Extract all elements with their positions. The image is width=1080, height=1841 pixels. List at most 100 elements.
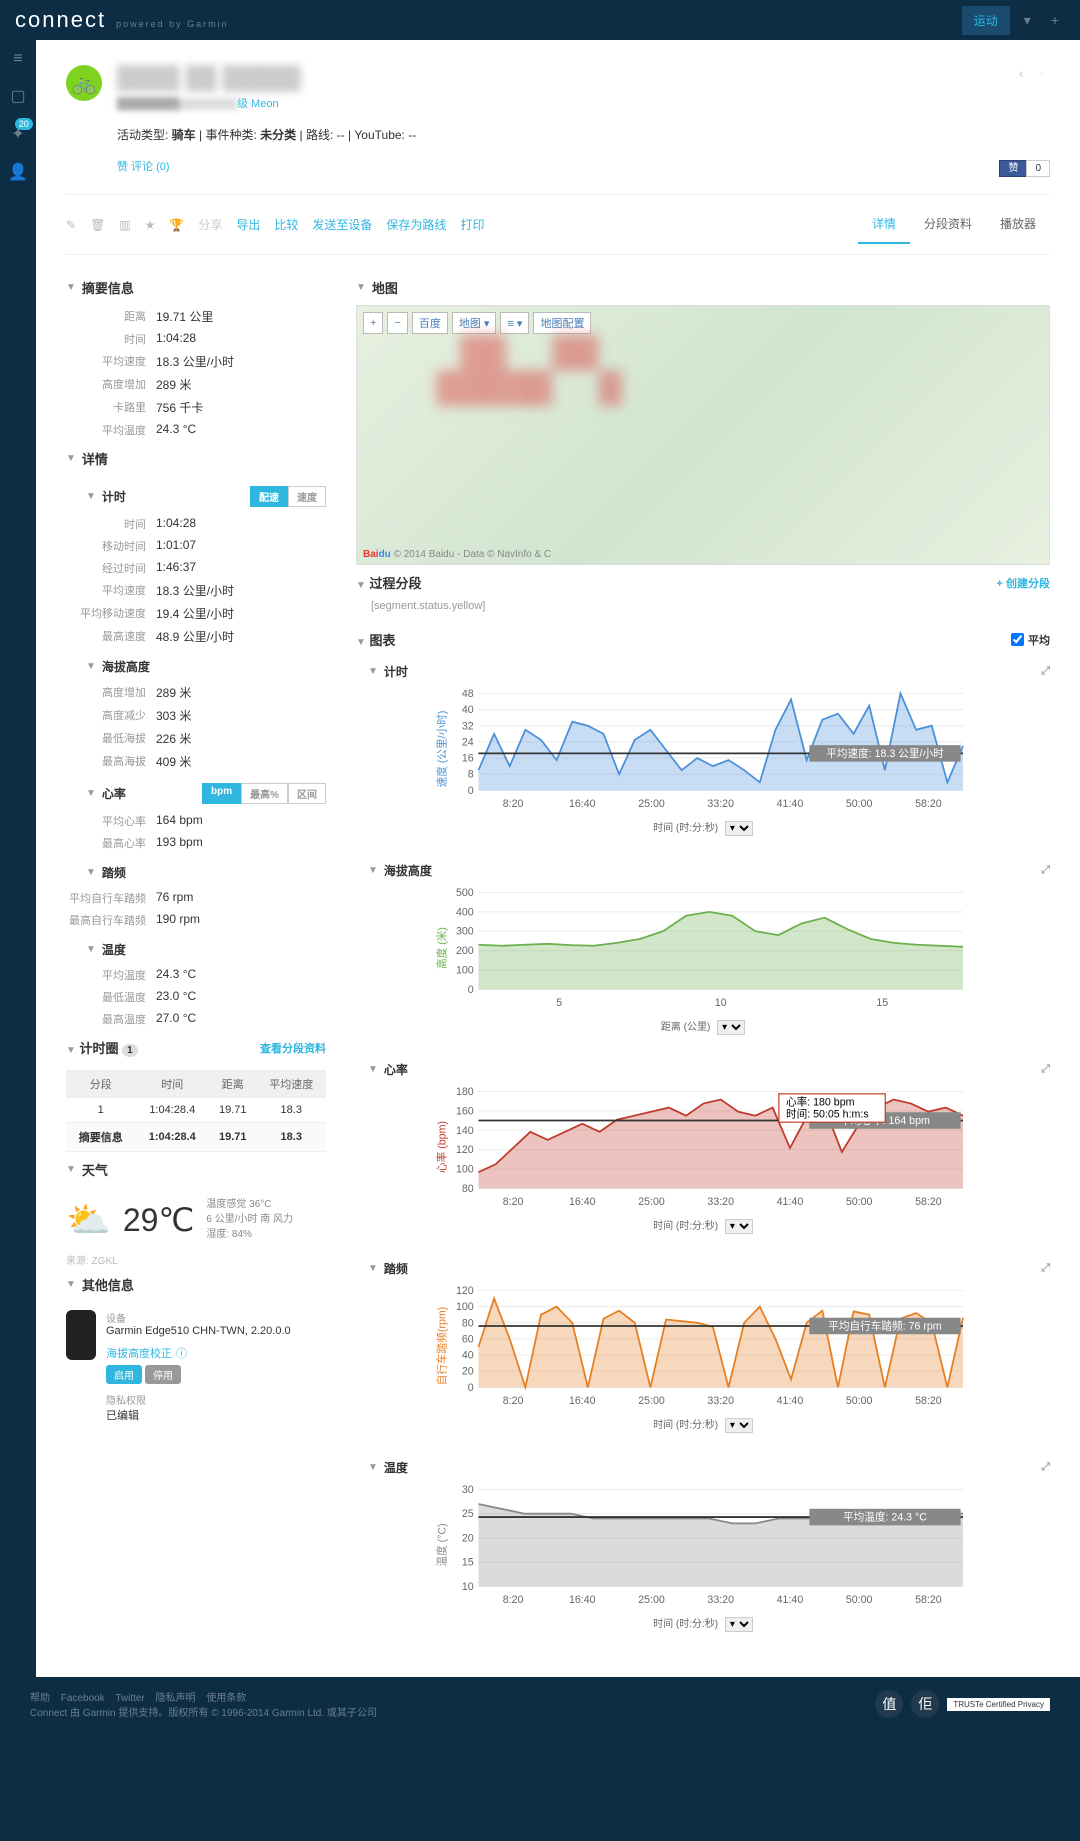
disable-button[interactable]: 停用 — [145, 1365, 181, 1384]
stat-value: 24.3 °C — [156, 967, 196, 983]
chart-svg[interactable]: 081624324048 平均速度: 18.3 公里/小时 8:2016:402… — [356, 684, 1050, 814]
stat-value: 1:46:37 — [156, 560, 196, 576]
chart-title[interactable]: ▼海拔高度⤢ — [356, 856, 1050, 883]
speed-pill[interactable]: 速度 — [288, 486, 326, 507]
delete-icon[interactable]: 🗑 — [90, 218, 105, 232]
segments-header[interactable]: ▼ 过程分段 + 创建分段 — [356, 565, 1050, 600]
expand-icon[interactable]: ⤢ — [1041, 864, 1050, 877]
create-segment-link[interactable]: + 创建分段 — [997, 575, 1050, 591]
info-icon[interactable]: ⓘ — [176, 1348, 187, 1360]
expand-icon[interactable]: ⤢ — [1041, 1262, 1050, 1275]
map-layers-button[interactable]: ≡ ▾ — [500, 312, 529, 334]
chart-title[interactable]: ▼心率⤢ — [356, 1055, 1050, 1082]
expand-icon[interactable]: ⤢ — [1041, 1461, 1050, 1474]
tab-segments[interactable]: 分段资料 — [910, 205, 986, 244]
truste-badge[interactable]: TRUSTe Certified Privacy — [947, 1698, 1050, 1711]
svg-text:平均自行车踏频: 76 rpm: 平均自行车踏频: 76 rpm — [828, 1320, 941, 1333]
svg-text:33:20: 33:20 — [707, 1395, 734, 1407]
svg-text:80: 80 — [462, 1317, 474, 1329]
zone-pill[interactable]: 区间 — [288, 783, 326, 804]
svg-text:180: 180 — [456, 1086, 474, 1098]
next-activity-button[interactable]: › — [1033, 65, 1050, 81]
timing-header[interactable]: ▼计时 配速速度 — [66, 476, 326, 513]
view-segments-link[interactable]: 查看分段资料 — [260, 1040, 326, 1056]
bpm-pill[interactable]: bpm — [202, 783, 241, 804]
map-canvas[interactable]: + − 百度 地图 ▾ ≡ ▾ 地图配置 ▟▙▞▚ Baidu © 2014 B… — [356, 305, 1050, 565]
expand-icon[interactable]: ⤢ — [1041, 1063, 1050, 1076]
chart-svg[interactable]: 1015202530 平均温度: 24.3 °C 8:2016:4025:003… — [356, 1480, 1050, 1610]
expand-icon[interactable]: ⤢ — [1041, 665, 1050, 678]
send-device-link[interactable]: 发送至设备 — [312, 216, 372, 233]
inbox-icon[interactable]: ▢ — [10, 86, 25, 106]
profile-icon[interactable]: 👤 — [8, 162, 28, 182]
chart-title[interactable]: ▼温度⤢ — [356, 1453, 1050, 1480]
chart-title[interactable]: ▼计时⤢ — [356, 657, 1050, 684]
stat-label: 卡路里 — [66, 399, 156, 416]
badge-icon-1[interactable]: 值 — [875, 1690, 903, 1718]
map-config-button[interactable]: 地图配置 — [533, 312, 591, 334]
stat-label: 经过时间 — [66, 560, 156, 576]
hr-header[interactable]: ▼心率 bpm最高%区间 — [66, 773, 326, 810]
svg-text:0: 0 — [468, 984, 474, 996]
summary-header[interactable]: ▼摘要信息 — [66, 270, 326, 305]
table-row[interactable]: 11:04:28.419.7118.3 — [66, 1098, 326, 1123]
svg-text:8:20: 8:20 — [503, 1196, 524, 1208]
chart-svg[interactable]: 0100200300400500 51015 高度 (米) — [356, 883, 1050, 1013]
zoom-out-button[interactable]: − — [387, 312, 407, 334]
badge-icon-2[interactable]: 佢 — [911, 1690, 939, 1718]
laps-header[interactable]: ▼ 计时圈 1 查看分段资料 — [66, 1030, 326, 1065]
svg-text:140: 140 — [456, 1125, 474, 1137]
chart-icon[interactable]: ▥ — [119, 218, 130, 232]
print-link[interactable]: 打印 — [460, 216, 484, 233]
details-header[interactable]: ▼详情 — [66, 441, 326, 476]
stat-label: 平均温度 — [66, 422, 156, 438]
enable-button[interactable]: 启用 — [106, 1365, 142, 1384]
xaxis-select[interactable]: ▾ — [725, 1418, 753, 1433]
tab-details[interactable]: 详情 — [858, 205, 910, 244]
edit-icon[interactable]: ✎ — [66, 218, 76, 232]
map-provider-button[interactable]: 百度 — [412, 312, 448, 334]
avg-toggle[interactable]: 平均 — [1011, 632, 1050, 648]
xaxis-select[interactable]: ▾ — [725, 1617, 753, 1632]
xaxis-select[interactable]: ▾ — [725, 821, 753, 836]
other-header[interactable]: ▼其他信息 — [66, 1267, 326, 1302]
svg-text:100: 100 — [456, 965, 474, 977]
menu-icon[interactable]: ≡ — [13, 50, 22, 68]
save-route-link[interactable]: 保存为路线 — [386, 216, 446, 233]
xaxis-select[interactable]: ▾ — [725, 1219, 753, 1234]
pace-pill[interactable]: 配速 — [250, 486, 288, 507]
export-link[interactable]: 导出 — [236, 216, 260, 233]
star-icon[interactable]: ★ — [145, 218, 156, 232]
compare-link[interactable]: 比较 — [274, 216, 298, 233]
chart-svg[interactable]: 020406080100120 平均自行车踏频: 76 rpm 8:2016:4… — [356, 1281, 1050, 1411]
cadence-header[interactable]: ▼踏频 — [66, 854, 326, 887]
temp-header[interactable]: ▼温度 — [66, 931, 326, 964]
svg-text:41:40: 41:40 — [777, 1196, 804, 1208]
map-header[interactable]: ▼地图 — [356, 270, 1050, 305]
charts-header[interactable]: ▼ 图表 — [356, 630, 396, 649]
chart-title[interactable]: ▼踏频⤢ — [356, 1254, 1050, 1281]
map-type-button[interactable]: 地图 ▾ — [452, 312, 497, 334]
tab-player[interactable]: 播放器 — [986, 205, 1050, 244]
dropdown-icon[interactable]: ▾ — [1018, 12, 1037, 29]
elevation-header[interactable]: ▼海拔高度 — [66, 648, 326, 681]
weather-header[interactable]: ▼天气 — [66, 1152, 326, 1187]
zoom-in-button[interactable]: + — [363, 312, 383, 334]
svg-text:80: 80 — [462, 1183, 474, 1195]
svg-text:500: 500 — [456, 887, 474, 899]
stat-value: 1:04:28 — [156, 516, 196, 532]
comments-link[interactable]: 赞 评论 (0) — [117, 158, 170, 174]
notifications-icon[interactable]: ✦20 — [11, 124, 24, 144]
prev-activity-button[interactable]: ‹ — [1013, 65, 1030, 81]
trophy-icon[interactable]: 🏆 — [169, 218, 184, 232]
sport-button[interactable]: 运动 — [962, 6, 1010, 35]
add-icon[interactable]: + — [1045, 12, 1065, 28]
chart-svg[interactable]: 80100120140160180 平均心率: 164 bpm 心率: 180 … — [356, 1082, 1050, 1212]
svg-text:温度 (°C): 温度 (°C) — [435, 1523, 448, 1566]
stat-label: 移动时间 — [66, 538, 156, 554]
stat-value: 48.9 公里/小时 — [156, 628, 234, 645]
facebook-like-button[interactable]: 赞 — [999, 160, 1027, 177]
xaxis-select[interactable]: ▾ — [717, 1020, 745, 1035]
maxpct-pill[interactable]: 最高% — [241, 783, 288, 804]
svg-text:50:00: 50:00 — [846, 1196, 873, 1208]
